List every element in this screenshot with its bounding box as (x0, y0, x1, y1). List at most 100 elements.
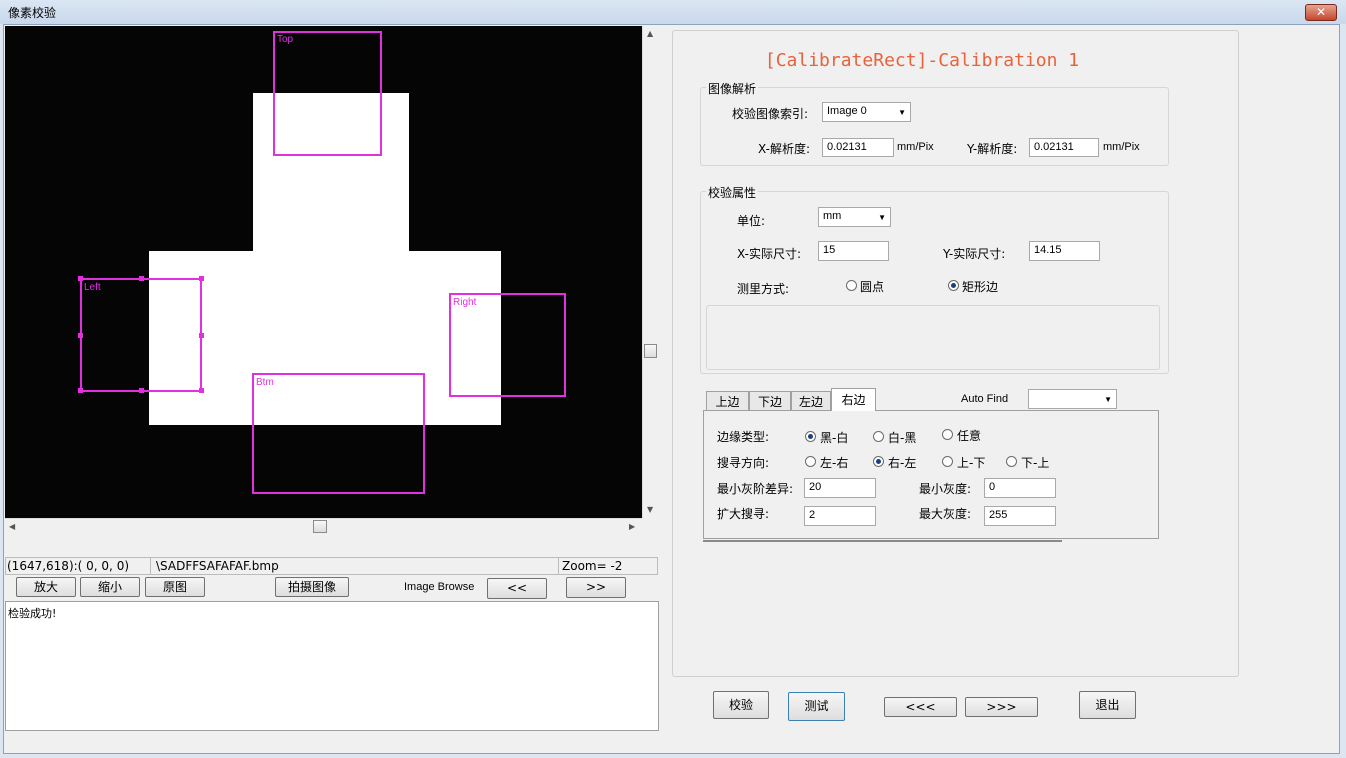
roi-label: Left (84, 282, 101, 293)
verify-button[interactable]: 校验 (713, 691, 769, 719)
roi-label: Top (277, 34, 294, 45)
test-button[interactable]: 测试 (788, 692, 845, 721)
method-dot-radio[interactable] (846, 280, 857, 291)
edge-type-radio[interactable] (873, 431, 884, 442)
search-direction-label: 搜寻方向: (717, 456, 770, 470)
scroll-down-icon[interactable]: ▼ (647, 505, 653, 514)
direction-radio[interactable] (1006, 456, 1017, 467)
method-rect-label: 矩形边 (962, 280, 999, 294)
x-size-input[interactable]: 15 (818, 241, 889, 261)
horizontal-scrollbar[interactable]: ◀ ▶ (5, 518, 642, 534)
tab-left-edge[interactable]: 左边 (791, 391, 831, 411)
file-name: \SADFFSAFAFAF.bmp (156, 559, 279, 573)
y-res-label: Y-解析度: (967, 142, 1018, 156)
log-output[interactable]: 检验成功! (5, 601, 659, 731)
chevron-down-icon: ▼ (898, 108, 906, 117)
scroll-left-icon[interactable]: ◀ (9, 522, 15, 531)
resize-handle[interactable] (199, 333, 204, 338)
y-size-input[interactable]: 14.15 (1029, 241, 1100, 261)
zoom-in-button[interactable]: 放大 (16, 577, 76, 597)
measure-method-label: 测里方式: (737, 282, 790, 296)
y-res-unit: mm/Pix (1103, 141, 1140, 153)
prev-image-button[interactable]: << (487, 578, 547, 599)
title-bar: 像素校验 ✕ (0, 0, 1346, 24)
method-dot-label: 圆点 (860, 280, 885, 294)
scroll-thumb[interactable] (644, 344, 657, 358)
image-index-value: Image 0 (827, 105, 867, 117)
prev-step-button[interactable]: <<< (884, 697, 957, 717)
resize-handle[interactable] (78, 388, 83, 393)
roi-label: Btm (256, 377, 274, 388)
max-gray-label: 最大灰度: (919, 507, 972, 521)
min-gray-diff-input[interactable]: 20 (804, 478, 876, 498)
next-image-button[interactable]: >> (566, 577, 626, 598)
vertical-scrollbar[interactable]: ▲ ▼ (642, 26, 658, 518)
method-rect-radio[interactable] (948, 280, 959, 291)
expand-search-input[interactable]: 2 (804, 506, 876, 526)
window-title: 像素校验 (8, 6, 57, 20)
zoom-out-button[interactable]: 缩小 (80, 577, 140, 597)
next-step-button[interactable]: >>> (965, 697, 1038, 717)
cursor-coords: (1647,618):( 0, 0, 0) (7, 559, 130, 573)
image-index-label: 校验图像索引: (732, 107, 809, 121)
resize-handle[interactable] (139, 276, 144, 281)
x-res-input[interactable]: 0.02131 (822, 138, 894, 157)
unit-value: mm (823, 210, 842, 222)
image-browse-label: Image Browse (404, 581, 475, 593)
direction-option: 左-右 (820, 456, 849, 470)
chevron-down-icon: ▼ (878, 213, 886, 222)
roi-label: Right (453, 297, 477, 308)
direction-radio[interactable] (805, 456, 816, 467)
y-res-input[interactable]: 0.02131 (1029, 138, 1099, 157)
direction-option: 右-左 (888, 456, 917, 470)
roi-top[interactable]: Top (273, 31, 382, 156)
roi-left[interactable]: Left (80, 278, 202, 392)
resize-handle[interactable] (78, 276, 83, 281)
capture-image-button[interactable]: 拍摄图像 (275, 577, 349, 597)
status-bar: (1647,618):( 0, 0, 0) \SADFFSAFAFAF.bmp … (5, 557, 658, 575)
edge-type-radio[interactable] (805, 431, 816, 442)
edge-type-option: 黑-白 (820, 431, 849, 445)
original-size-button[interactable]: 原图 (145, 577, 205, 597)
min-gray-label: 最小灰度: (919, 482, 972, 496)
min-gray-diff-label: 最小灰阶差异: (717, 482, 794, 496)
auto-find-select[interactable]: ▼ (1028, 389, 1117, 409)
x-res-label: X-解析度: (758, 142, 810, 156)
tab-top-edge[interactable]: 上边 (706, 391, 749, 411)
resize-handle[interactable] (78, 333, 83, 338)
log-text: 检验成功! (8, 607, 57, 620)
resize-handle[interactable] (199, 276, 204, 281)
auto-find-label: Auto Find (961, 393, 1009, 405)
y-size-label: Y-实际尺寸: (943, 247, 1006, 261)
direction-radio[interactable] (942, 456, 953, 467)
direction-radio[interactable] (873, 456, 884, 467)
roi-bottom[interactable]: Btm (252, 373, 425, 494)
max-gray-input[interactable]: 255 (984, 506, 1056, 526)
image-viewer[interactable]: Top Left Right Btm (5, 26, 642, 518)
resize-handle[interactable] (139, 388, 144, 393)
roi-right[interactable]: Right (449, 293, 566, 397)
edge-type-label: 边缘类型: (717, 430, 770, 444)
scroll-thumb[interactable] (313, 520, 327, 533)
edge-type-radio[interactable] (942, 429, 953, 440)
group-title: 图像解析 (706, 80, 759, 97)
tab-right-edge[interactable]: 右边 (831, 388, 876, 411)
unit-label: 单位: (737, 214, 766, 228)
exit-button[interactable]: 退出 (1079, 691, 1136, 719)
attr-subpanel (706, 305, 1160, 370)
tab-bottom-edge[interactable]: 下边 (749, 391, 791, 411)
group-title: 校验属性 (706, 184, 759, 201)
resize-handle[interactable] (199, 388, 204, 393)
unit-select[interactable]: mm ▼ (818, 207, 891, 227)
chevron-down-icon: ▼ (1104, 395, 1112, 404)
panel-title: [CalibrateRect]-Calibration 1 (764, 50, 1080, 71)
scroll-up-icon[interactable]: ▲ (647, 29, 653, 38)
close-button[interactable]: ✕ (1305, 4, 1337, 21)
min-gray-input[interactable]: 0 (984, 478, 1056, 498)
x-res-unit: mm/Pix (897, 141, 934, 153)
edge-type-option: 白-黑 (888, 431, 917, 445)
scroll-right-icon[interactable]: ▶ (629, 522, 635, 531)
image-index-select[interactable]: Image 0 ▼ (822, 102, 911, 122)
edge-type-option: 任意 (957, 429, 982, 443)
direction-option: 上-下 (957, 456, 986, 470)
